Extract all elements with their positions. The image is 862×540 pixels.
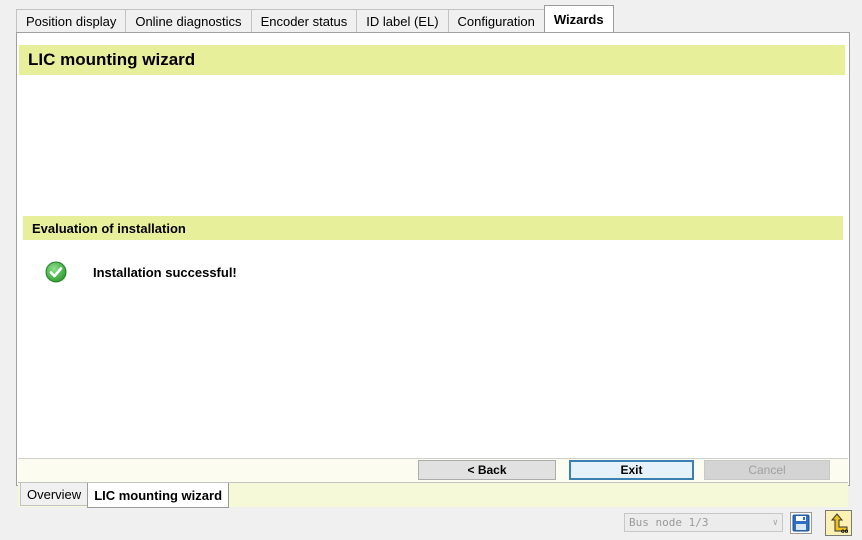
subtab-lic-mounting-wizard[interactable]: LIC mounting wizard [87, 483, 230, 508]
back-button[interactable]: < Back [418, 460, 556, 480]
wizard-panel: LIC mounting wizard Evaluation of instal… [16, 32, 850, 486]
wizard-title-bar: LIC mounting wizard [19, 45, 845, 75]
svg-text:oo: oo [841, 529, 849, 534]
tab-wizards[interactable]: Wizards [543, 5, 614, 32]
tab-encoder-status[interactable]: Encoder status [250, 9, 358, 32]
bus-node-value: Bus node 1/3 [629, 516, 709, 529]
wizard-button-row: < Back Exit Cancel [18, 458, 848, 483]
tab-position-display[interactable]: Position display [16, 9, 127, 32]
tab-id-label[interactable]: ID label (EL) [356, 9, 449, 32]
cancel-button[interactable]: Cancel [704, 460, 830, 480]
tab-online-diagnostics[interactable]: Online diagnostics [125, 9, 252, 32]
status-message: Installation successful! [93, 264, 237, 280]
wizard-title: LIC mounting wizard [28, 50, 196, 69]
bus-node-select[interactable]: Bus node 1/3 ∨ [624, 513, 783, 532]
subtab-overview[interactable]: Overview [20, 483, 89, 506]
sub-tab-strip: Overview LIC mounting wizard [18, 482, 848, 508]
top-tab-strip: Position display Online diagnostics Enco… [16, 5, 614, 32]
save-icon[interactable] [790, 512, 812, 534]
return-home-icon[interactable]: oo [825, 510, 852, 536]
tab-configuration[interactable]: Configuration [447, 9, 545, 32]
section-title: Evaluation of installation [32, 220, 186, 236]
section-header: Evaluation of installation [23, 216, 843, 240]
check-circle-icon [45, 261, 67, 283]
status-row: Installation successful! [45, 261, 237, 283]
exit-button[interactable]: Exit [569, 460, 694, 480]
chevron-down-icon: ∨ [772, 517, 778, 528]
